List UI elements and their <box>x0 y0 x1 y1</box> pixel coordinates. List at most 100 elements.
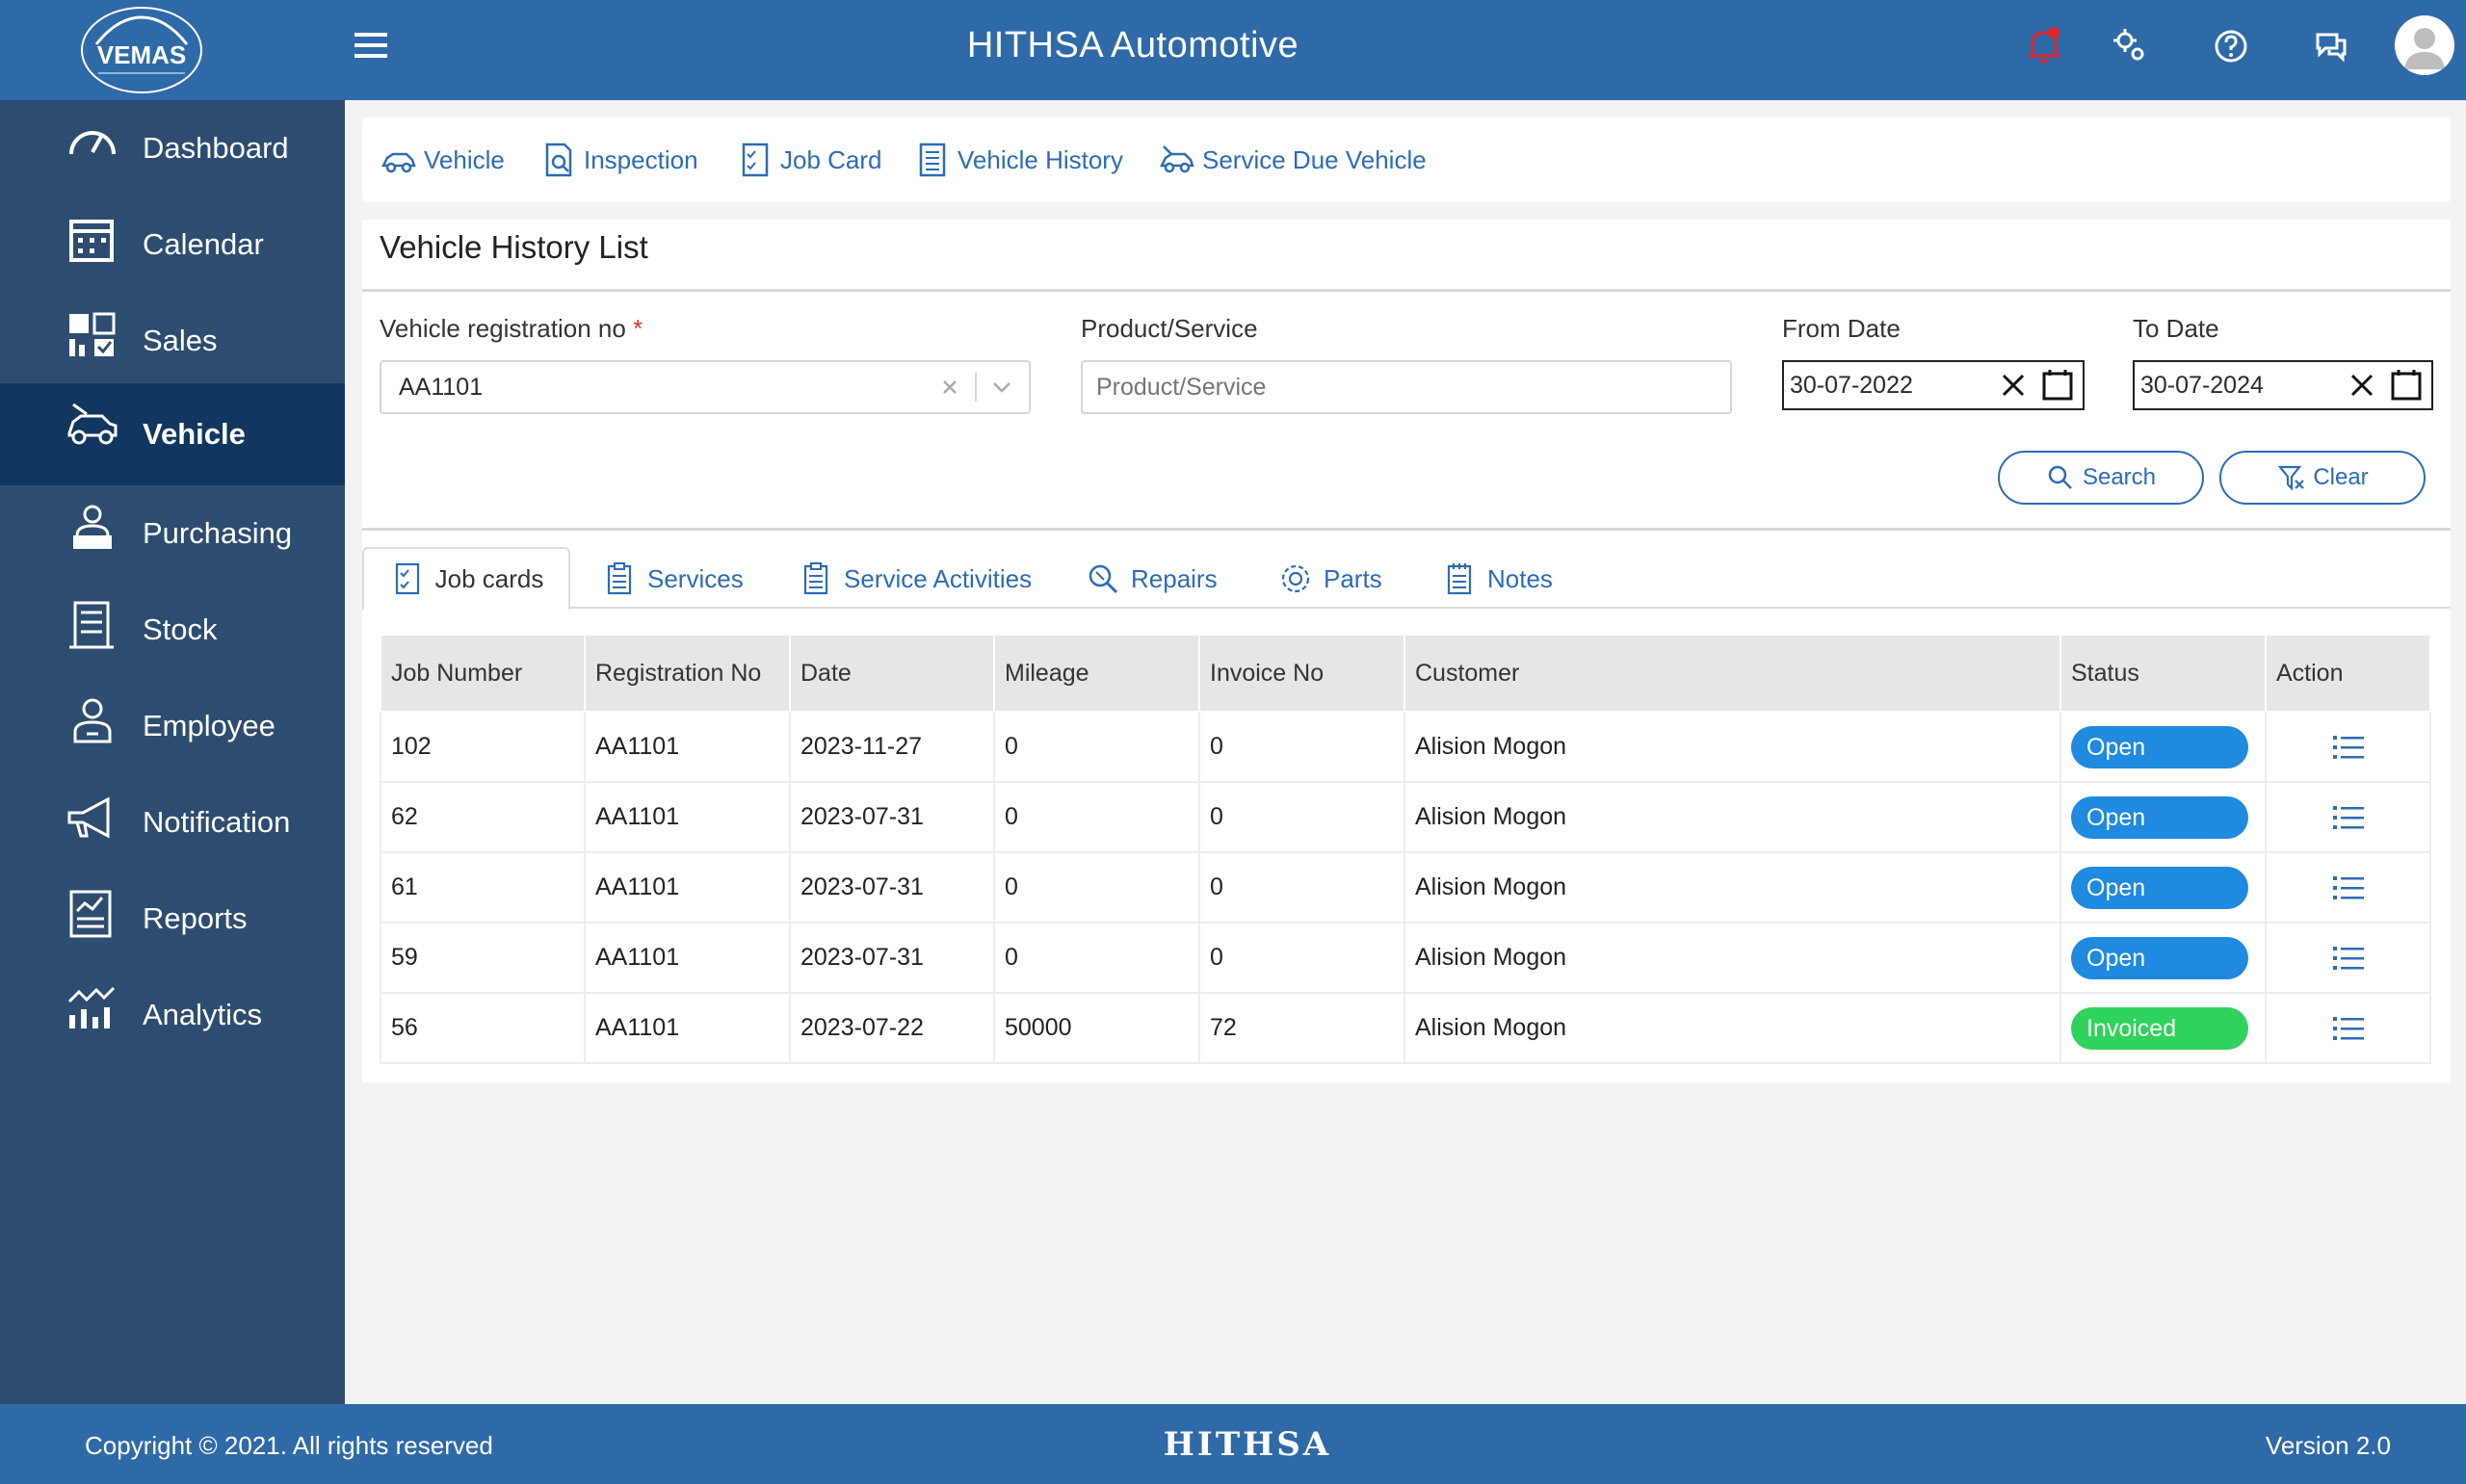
calendar-icon <box>64 212 121 270</box>
tab-label: Repairs <box>1131 563 1218 593</box>
clear-button[interactable]: Clear <box>2219 451 2426 505</box>
cell-job-number: 62 <box>380 781 586 853</box>
vehicle-registration-select[interactable]: AA1101 <box>380 360 1031 414</box>
table-row[interactable]: 102 AA1101 2023-11-27 0 0 Alision Mogon … <box>380 711 2431 783</box>
sidebar-item-label: Stock <box>143 612 218 646</box>
clear-date-icon[interactable] <box>1996 368 2031 403</box>
cell-registration: AA1101 <box>584 781 791 853</box>
sidebar-item-stock[interactable]: Stock <box>0 582 345 678</box>
version-text: Version 2.0 <box>2265 1431 2391 1460</box>
tab-services[interactable]: Services <box>601 547 744 611</box>
chat-icon[interactable] <box>2308 23 2354 69</box>
from-date-field[interactable]: 30-07-2022 <box>1782 360 2085 410</box>
search-button[interactable]: Search <box>1998 451 2204 505</box>
required-marker: * <box>633 314 643 343</box>
list-icon[interactable] <box>2329 1012 2368 1045</box>
sidebar-item-vehicle[interactable]: Vehicle <box>0 383 345 485</box>
cell-date: 2023-07-22 <box>789 992 995 1064</box>
calendar-icon[interactable] <box>2040 368 2075 403</box>
sidebar-item-notification[interactable]: Notification <box>0 774 345 871</box>
user-avatar[interactable] <box>2395 15 2454 75</box>
cell-registration: AA1101 <box>584 922 791 994</box>
sidebar-item-label: Employee <box>143 709 275 742</box>
vehicle-module-tabs: Vehicle Inspection Job Card Vehicle Hist… <box>362 117 2451 202</box>
cell-date: 2023-07-31 <box>789 851 995 924</box>
reports-icon <box>64 886 121 944</box>
sidebar-item-sales[interactable]: Sales <box>0 293 345 389</box>
sidebar-item-calendar[interactable]: Calendar <box>0 196 345 293</box>
col-registration-no[interactable]: Registration No <box>584 634 791 713</box>
cell-status: Open <box>2059 922 2267 994</box>
search-button-label: Search <box>2082 464 2157 490</box>
sidebar-item-label: Dashboard <box>143 131 289 165</box>
footer-brand-logo: HITHSA <box>1163 1425 1332 1464</box>
tab-label: Notes <box>1487 563 1553 593</box>
sidebar-item-analytics[interactable]: Analytics <box>0 967 345 1063</box>
calendar-icon[interactable] <box>2389 368 2424 403</box>
reg-label: Vehicle registration no * <box>380 314 643 343</box>
list-icon[interactable] <box>2329 731 2368 764</box>
tab-label: Service Activities <box>844 563 1033 593</box>
col-invoice-no[interactable]: Invoice No <box>1198 634 1405 713</box>
clear-date-icon[interactable] <box>2345 368 2379 403</box>
table-row[interactable]: 59 AA1101 2023-07-31 0 0 Alision Mogon O… <box>380 922 2431 994</box>
table-row[interactable]: 62 AA1101 2023-07-31 0 0 Alision Mogon O… <box>380 781 2431 853</box>
cell-invoice: 0 <box>1198 851 1405 924</box>
product-label: Product/Service <box>1081 314 1258 343</box>
tab-vehicle-history[interactable]: Vehicle History <box>913 139 1123 181</box>
cell-invoice: 0 <box>1198 922 1405 994</box>
clear-selection-icon[interactable] <box>931 368 969 406</box>
from-date-label: From Date <box>1782 314 1901 343</box>
cell-job-number: 102 <box>380 711 586 783</box>
clipboard-icon <box>803 562 828 595</box>
job-card-icon <box>395 562 419 595</box>
table-row[interactable]: 61 AA1101 2023-07-31 0 0 Alision Mogon O… <box>380 851 2431 924</box>
cell-job-number: 61 <box>380 851 586 924</box>
tab-vehicle[interactable]: Vehicle <box>380 139 505 181</box>
chevron-down-icon[interactable] <box>983 368 1021 406</box>
tab-notes[interactable]: Notes <box>1441 547 1553 611</box>
col-date[interactable]: Date <box>789 634 995 713</box>
employee-icon <box>64 693 121 751</box>
help-icon[interactable] <box>2208 23 2254 69</box>
col-job-number[interactable]: Job Number <box>380 634 586 713</box>
cell-mileage: 0 <box>993 922 1200 994</box>
tab-inspection[interactable]: Inspection <box>539 139 698 181</box>
table-header-row: Job Number Registration No Date Mileage … <box>380 634 2431 713</box>
product-service-input[interactable] <box>1081 360 1732 414</box>
app-footer: Copyright © 2021. All rights reserved HI… <box>0 1404 2466 1484</box>
cell-job-number: 56 <box>380 992 586 1064</box>
sidebar-item-reports[interactable]: Reports <box>0 871 345 967</box>
sidebar-item-employee[interactable]: Employee <box>0 678 345 774</box>
car-icon <box>380 152 416 173</box>
sidebar-item-dashboard[interactable]: Dashboard <box>0 100 345 196</box>
tab-service-due-vehicle[interactable]: Service Due Vehicle <box>1158 139 1427 181</box>
status-badge: Open <box>2071 866 2248 909</box>
to-date-label: To Date <box>2133 314 2219 343</box>
to-date-field[interactable]: 30-07-2024 <box>2133 360 2433 410</box>
tab-parts[interactable]: Parts <box>1277 547 1382 611</box>
col-status[interactable]: Status <box>2059 634 2267 713</box>
col-mileage[interactable]: Mileage <box>993 634 1200 713</box>
settings-icon[interactable] <box>2106 23 2152 69</box>
list-icon[interactable] <box>2329 872 2368 904</box>
sidebar-item-purchasing[interactable]: Purchasing <box>0 485 345 582</box>
sidebar-item-label: Notification <box>143 805 291 839</box>
app-header: VEMAS HITHSA Automotive <box>0 0 2466 100</box>
tab-repairs[interactable]: Repairs <box>1085 547 1218 611</box>
table-row[interactable]: 56 AA1101 2023-07-22 50000 72 Alision Mo… <box>380 992 2431 1064</box>
bell-icon[interactable] <box>2021 23 2067 69</box>
tab-service-activities[interactable]: Service Activities <box>798 547 1032 611</box>
tab-job-card[interactable]: Job Card <box>736 139 882 181</box>
job-cards-table: Job Number Registration No Date Mileage … <box>380 634 2431 1064</box>
tab-job-cards[interactable]: Job cards <box>362 547 570 611</box>
sidebar-item-label: Purchasing <box>143 516 293 550</box>
list-icon[interactable] <box>2329 801 2368 834</box>
cell-customer: Alision Mogon <box>1404 992 2061 1064</box>
col-customer[interactable]: Customer <box>1404 634 2061 713</box>
list-icon[interactable] <box>2329 942 2368 975</box>
search-icon <box>2048 465 2072 489</box>
status-badge: Invoiced <box>2071 1006 2248 1050</box>
divider <box>362 528 2451 531</box>
inspection-icon <box>545 143 572 177</box>
